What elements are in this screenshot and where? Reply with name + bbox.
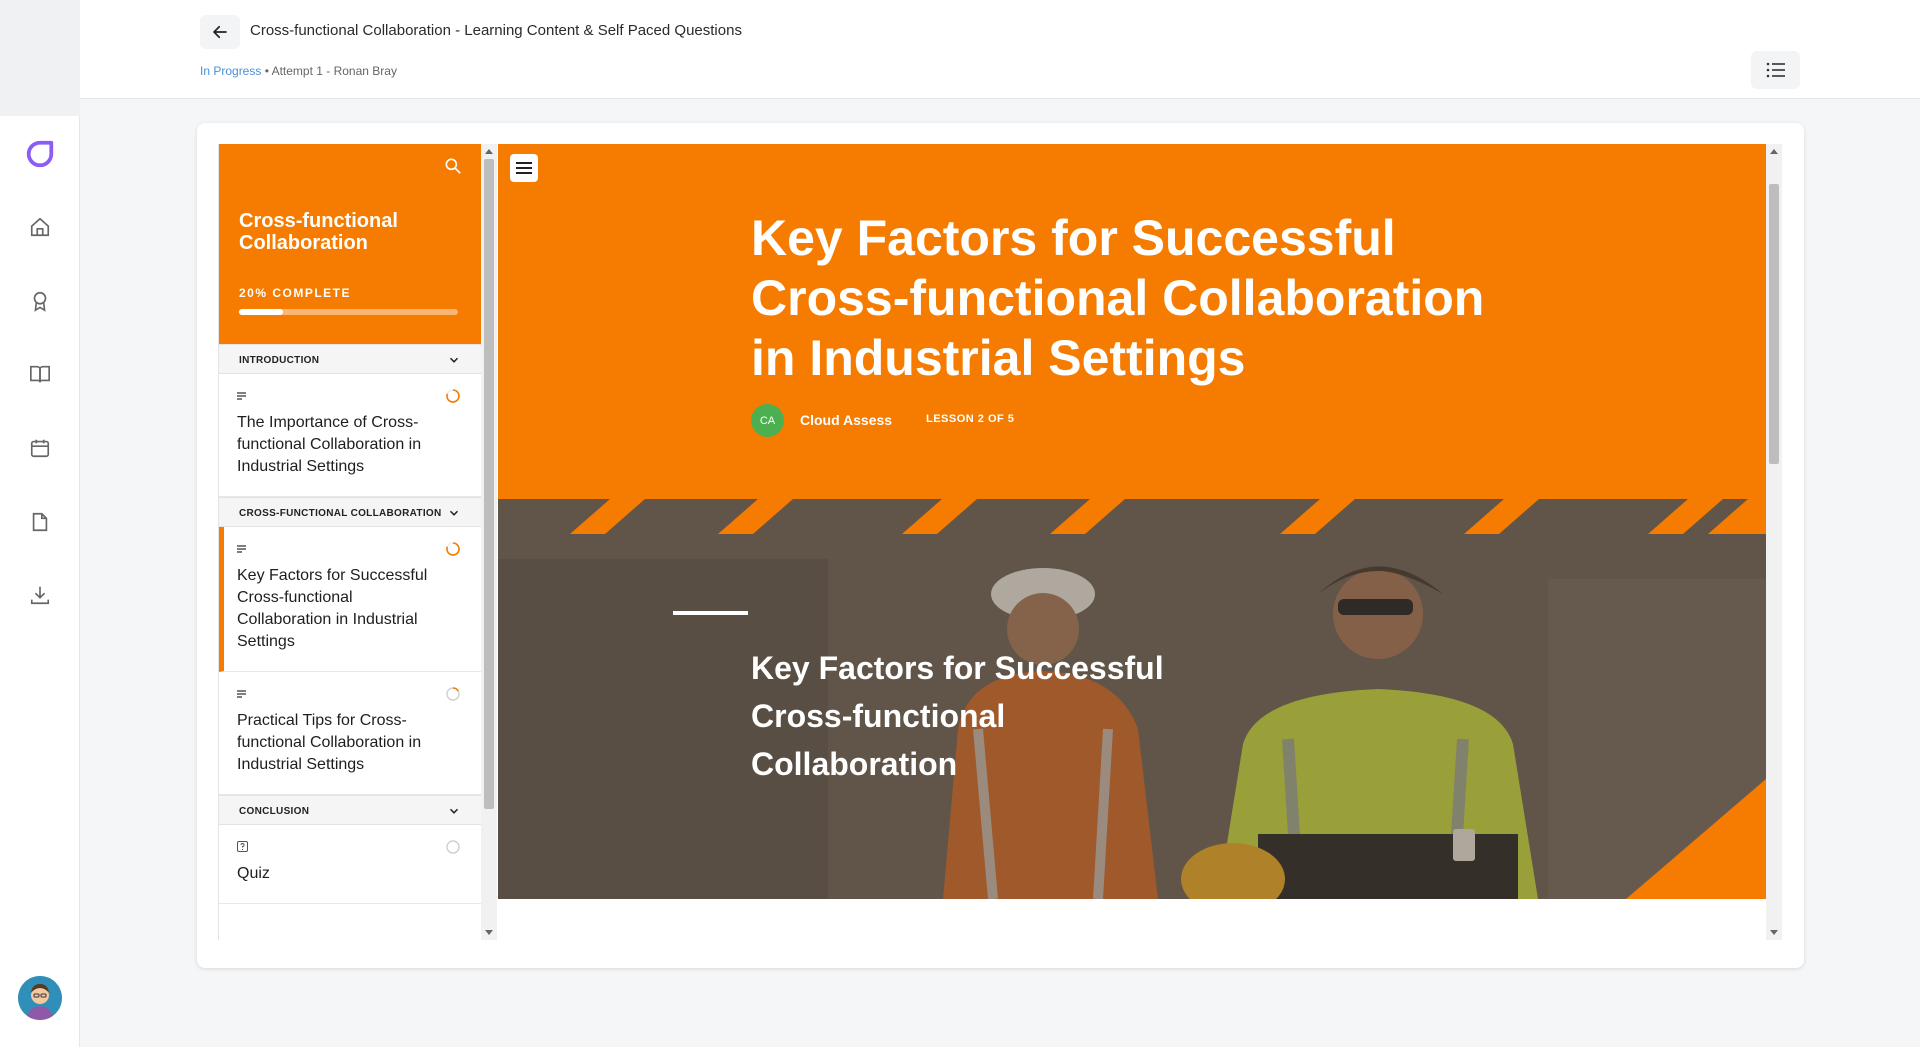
banner-title: Key Factors for Successful Cross-functio… (751, 650, 1164, 782)
download-icon[interactable] (24, 579, 56, 611)
lesson-item[interactable]: The Importance of Cross-functional Colla… (219, 374, 481, 497)
lesson-hero: Key Factors for Successful Cross-functio… (498, 144, 1766, 499)
chevron-down-icon (449, 357, 459, 363)
lesson-label: Key Factors for Successful Cross-functio… (237, 567, 428, 650)
started-icon (446, 687, 460, 701)
scrollbar-thumb[interactable] (484, 159, 494, 809)
status-badge: In Progress (200, 64, 262, 78)
lesson-label: Quiz (237, 865, 270, 882)
award-icon[interactable] (24, 285, 56, 317)
section-header-introduction[interactable]: INTRODUCTION (219, 344, 481, 374)
attempt-info: • Attempt 1 - Ronan Bray (261, 64, 397, 78)
arrow-left-icon (213, 25, 227, 39)
attempt-status: In Progress • Attempt 1 - Ronan Bray (200, 64, 397, 78)
logo-icon[interactable] (24, 138, 56, 170)
course-title: Cross-functional Collaboration (239, 210, 398, 254)
back-button[interactable] (200, 15, 240, 49)
in-progress-icon (446, 542, 460, 556)
book-icon[interactable] (24, 358, 56, 390)
author-name: Cloud Assess (800, 412, 893, 428)
rail-top (0, 0, 80, 116)
list-icon (1766, 62, 1785, 78)
progress-label: 20% COMPLETE (239, 286, 352, 300)
nav-rail (0, 0, 80, 1047)
home-icon[interactable] (24, 211, 56, 243)
document-icon[interactable] (24, 506, 56, 538)
outline-menu-button[interactable] (1751, 51, 1800, 89)
user-avatar[interactable] (18, 976, 62, 1020)
section-label: CONCLUSION (239, 806, 310, 817)
section-header-conclusion[interactable]: CONCLUSION (219, 795, 481, 825)
course-outline: Cross-functional Collaboration 20% COMPL… (218, 144, 481, 940)
lesson-label: The Importance of Cross-functional Colla… (237, 414, 422, 475)
section-header-cross-functional-collaboration[interactable]: CROSS-FUNCTIONAL COLLABORATION (219, 497, 481, 527)
hamburger-menu-button[interactable] (510, 154, 538, 182)
scrollbar-thumb[interactable] (1769, 184, 1779, 464)
in-progress-icon (446, 389, 460, 403)
corner-accent (1626, 779, 1766, 899)
hazard-stripes (570, 499, 1766, 534)
lesson-counter: LESSON 2 OF 5 (926, 413, 1015, 425)
lesson-item[interactable]: Quiz (219, 825, 481, 904)
title-underline (673, 611, 748, 615)
text-lesson-icon (237, 686, 461, 700)
progress-bar (239, 309, 458, 315)
author-avatar: CA (751, 404, 784, 437)
scroll-up-arrow[interactable] (1770, 149, 1778, 154)
not-started-icon (446, 840, 460, 854)
lesson-content: Key Factors for Successful Cross-functio… (498, 144, 1766, 940)
calendar-icon[interactable] (24, 432, 56, 464)
scroll-down-arrow[interactable] (485, 930, 493, 935)
text-lesson-icon (237, 541, 461, 555)
page-title: Cross-functional Collaboration - Learnin… (250, 22, 742, 39)
lesson-item[interactable]: Practical Tips for Cross-functional Coll… (219, 672, 481, 795)
outline-scrollbar[interactable] (481, 144, 497, 940)
banner-image: Key Factors for Successful Cross-functio… (498, 499, 1766, 899)
progress-bar-fill (239, 309, 283, 315)
scroll-up-arrow[interactable] (485, 149, 493, 154)
scroll-down-arrow[interactable] (1770, 930, 1778, 935)
quiz-icon (237, 839, 461, 853)
text-lesson-icon (237, 388, 461, 402)
lesson-label: Practical Tips for Cross-functional Coll… (237, 712, 422, 773)
page-header: Cross-functional Collaboration - Learnin… (80, 0, 1920, 99)
chevron-down-icon (449, 808, 459, 814)
section-label: INTRODUCTION (239, 355, 320, 366)
search-icon[interactable] (443, 156, 463, 176)
menu-icon (516, 162, 532, 174)
section-label: CROSS-FUNCTIONAL COLLABORATION (239, 508, 442, 519)
content-scrollbar[interactable] (1766, 144, 1782, 940)
lesson-title: Key Factors for Successful Cross-functio… (751, 210, 1485, 386)
course-header: Cross-functional Collaboration 20% COMPL… (219, 144, 481, 344)
chevron-down-icon (449, 510, 459, 516)
lesson-item-active[interactable]: Key Factors for Successful Cross-functio… (219, 527, 481, 672)
